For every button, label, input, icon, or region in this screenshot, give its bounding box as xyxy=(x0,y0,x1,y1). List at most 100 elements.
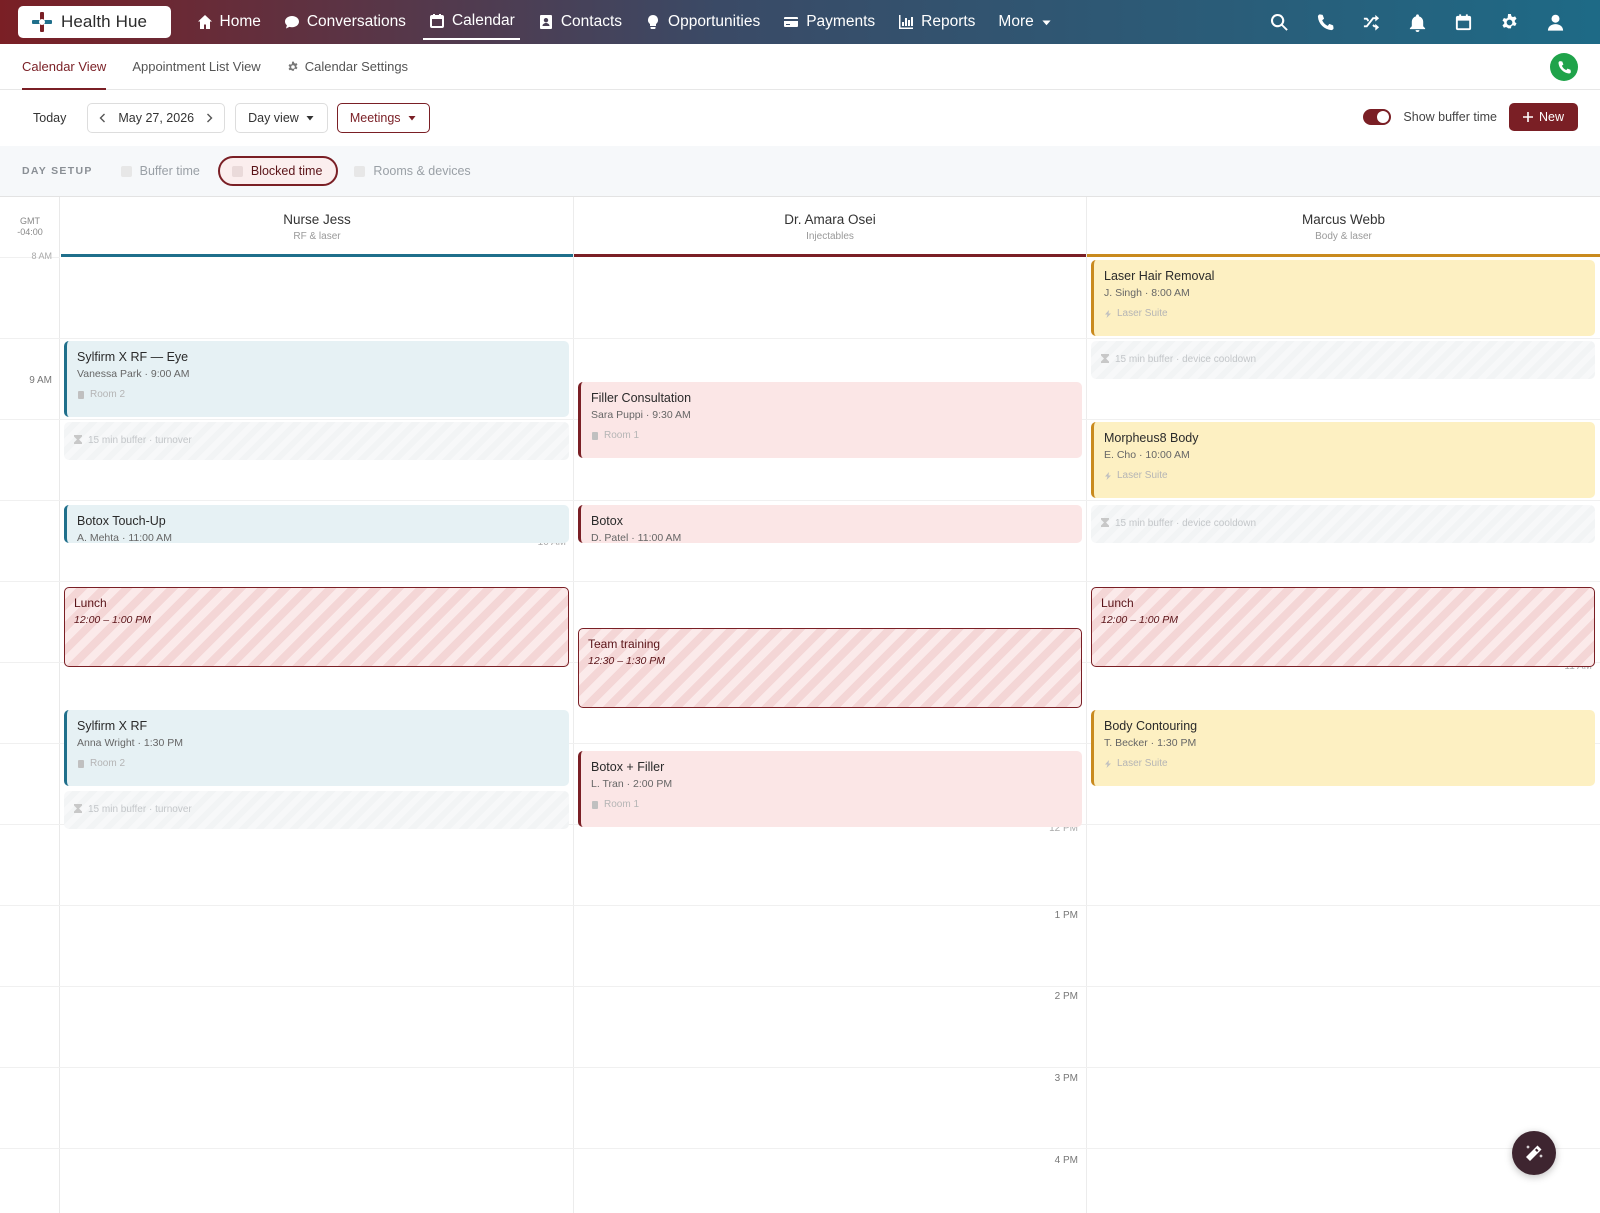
tab-calendar-view[interactable]: Calendar View xyxy=(22,44,107,90)
nav-payments[interactable]: Payments xyxy=(772,0,887,44)
appointment-subtitle: J. Singh · 8:00 AM xyxy=(1104,287,1190,299)
appointment-card[interactable]: Sylfirm X RF Anna Wright · 1:30 PM Room … xyxy=(64,710,569,786)
hourglass-icon xyxy=(74,804,82,813)
chevron-left-icon[interactable] xyxy=(98,113,108,123)
chip-buffer-time[interactable]: Buffer time xyxy=(109,156,214,186)
today-button[interactable]: Today xyxy=(20,103,80,133)
blocked-title: Lunch xyxy=(74,596,107,610)
bolt-icon xyxy=(1105,471,1111,480)
provider-name: Marcus Webb xyxy=(1301,212,1386,227)
calendar-toolbar: Today May 27, 2026 Day view Meetings Sho… xyxy=(0,90,1600,146)
meetings-filter[interactable]: Meetings xyxy=(336,103,430,133)
location-label: Room 2 xyxy=(90,758,126,769)
appointment-location: Laser Suite xyxy=(1104,308,1585,319)
hour-line xyxy=(0,905,1600,906)
timezone-line1: GMT xyxy=(20,216,40,226)
shuffle-icon xyxy=(1363,14,1379,31)
tab-calendar-settings[interactable]: Calendar Settings xyxy=(287,44,408,90)
new-appointment-label: New xyxy=(1538,110,1564,124)
appointment-subtitle: L. Tran · 2:00 PM xyxy=(591,778,673,790)
nav-right-icons xyxy=(1256,0,1578,44)
buffer-block[interactable]: 15 min buffer · turnover xyxy=(64,422,569,460)
appointment-subtitle: A. Mehta · 11:00 AM xyxy=(77,532,172,543)
shuffle-button[interactable] xyxy=(1348,0,1394,44)
nav-calendar[interactable]: Calendar xyxy=(417,0,526,43)
notifications-button[interactable] xyxy=(1394,0,1440,44)
nav-opportunities[interactable]: Opportunities xyxy=(634,0,772,44)
hourglass-icon xyxy=(1101,518,1109,527)
provider-name: Dr. Amara Osei xyxy=(784,212,876,227)
blocked-time-block[interactable]: Team training 12:30 – 1:30 PM xyxy=(578,628,1082,708)
location-label: Laser Suite xyxy=(1117,470,1168,481)
hour-line xyxy=(0,986,1600,987)
top-nav: Health Hue Home Conversations Calendar C… xyxy=(0,0,1600,44)
buffer-label: 15 min buffer · device cooldown xyxy=(1115,518,1257,529)
appointment-card[interactable]: Filler Consultation Sara Puppi · 9:30 AM… xyxy=(578,382,1082,458)
appointment-card[interactable]: Botox Touch-Up A. Mehta · 11:00 AM xyxy=(64,505,569,543)
appointment-card[interactable]: Botox + Filler L. Tran · 2:00 PM Room 1 xyxy=(578,751,1082,827)
appointment-subtitle: Sara Puppi · 9:30 AM xyxy=(591,409,691,421)
location-label: Room 1 xyxy=(604,799,640,810)
appointment-subtitle: T. Becker · 1:30 PM xyxy=(1104,737,1197,749)
chevron-right-icon[interactable] xyxy=(204,113,214,123)
chip-blocked-time-label: Blocked time xyxy=(250,164,323,178)
appointment-title: Botox + Filler xyxy=(591,760,665,774)
nav-reports-label: Reports xyxy=(921,13,976,30)
appointment-location: Room 2 xyxy=(77,758,559,769)
call-button[interactable] xyxy=(1550,53,1578,81)
current-date[interactable]: May 27, 2026 xyxy=(108,111,204,125)
appointment-title: Sylfirm X RF — Eye xyxy=(77,350,189,364)
provider-header-marcus-webb[interactable]: Marcus Webb Body & laser xyxy=(1087,197,1600,257)
door-icon xyxy=(78,390,84,399)
day-calendar: GMT -04:00 Nurse Jess RF & laser Dr. Ama… xyxy=(0,196,1600,1213)
settings-button[interactable] xyxy=(1486,0,1532,44)
search-icon xyxy=(1270,13,1288,31)
brand-name: Health Hue xyxy=(61,12,148,31)
buffer-label: 15 min buffer · turnover xyxy=(88,435,192,446)
buffer-block[interactable]: 15 min buffer · device cooldown xyxy=(1091,505,1595,543)
provider-header-amara-osei[interactable]: Dr. Amara Osei Injectables xyxy=(574,197,1086,257)
calendar-icon xyxy=(1455,13,1471,30)
appointment-location: Room 1 xyxy=(591,799,1072,810)
blocked-time-block[interactable]: Lunch 12:00 – 1:00 PM xyxy=(64,587,569,667)
appointment-card[interactable]: Botox D. Patel · 11:00 AM xyxy=(578,505,1082,543)
blocked-time: 12:00 – 1:00 PM xyxy=(74,614,152,626)
nav-contacts-label: Contacts xyxy=(560,13,623,30)
brand-logo[interactable]: Health Hue xyxy=(18,6,171,38)
provider-header-nurse-jess[interactable]: Nurse Jess RF & laser xyxy=(61,197,573,257)
appointment-card[interactable]: Morpheus8 Body E. Cho · 10:00 AM Laser S… xyxy=(1091,422,1595,498)
tab-appointment-list[interactable]: Appointment List View xyxy=(132,44,260,90)
buffer-toggle[interactable] xyxy=(1363,109,1392,125)
nav-contacts[interactable]: Contacts xyxy=(526,0,633,44)
chip-buffer-time-label: Buffer time xyxy=(139,164,200,178)
chip-blocked-time[interactable]: Blocked time xyxy=(217,156,339,186)
nav-payments-label: Payments xyxy=(806,13,876,30)
calendar-button[interactable] xyxy=(1440,0,1486,44)
nav-conversations[interactable]: Conversations xyxy=(272,0,417,44)
view-select[interactable]: Day view xyxy=(235,103,328,133)
location-label: Laser Suite xyxy=(1117,758,1168,769)
nav-more[interactable]: More xyxy=(987,0,1063,44)
blocked-time-block[interactable]: Lunch 12:00 – 1:00 PM xyxy=(1091,587,1595,667)
chip-rooms-devices[interactable]: Rooms & devices xyxy=(342,156,484,186)
toolbar-right: Show buffer time New xyxy=(1363,103,1578,131)
appointment-card[interactable]: Sylfirm X RF — Eye Vanessa Park · 9:00 A… xyxy=(64,341,569,417)
nav-home-label: Home xyxy=(219,13,261,30)
time-label: 8 AM xyxy=(31,251,52,261)
appointment-card[interactable]: Laser Hair Removal J. Singh · 8:00 AM La… xyxy=(1091,260,1595,336)
appointment-card[interactable]: Body Contouring T. Becker · 1:30 PM Lase… xyxy=(1091,710,1595,786)
appointment-title: Filler Consultation xyxy=(591,391,692,405)
new-appointment-button[interactable]: New xyxy=(1508,103,1578,131)
nav-reports[interactable]: Reports xyxy=(887,0,987,44)
bolt-icon xyxy=(1105,309,1111,318)
magic-wand-button[interactable] xyxy=(1512,1131,1556,1175)
profile-button[interactable] xyxy=(1532,0,1578,44)
buffer-block[interactable]: 15 min buffer · device cooldown xyxy=(1091,341,1595,379)
phone-button[interactable] xyxy=(1302,0,1348,44)
appointment-title: Body Contouring xyxy=(1104,719,1198,733)
nav-home[interactable]: Home xyxy=(185,0,272,44)
buffer-block[interactable]: 15 min buffer · turnover xyxy=(64,791,569,829)
provider-name: Nurse Jess xyxy=(283,212,351,227)
search-button[interactable] xyxy=(1256,0,1302,44)
checkbox-icon xyxy=(231,165,243,177)
